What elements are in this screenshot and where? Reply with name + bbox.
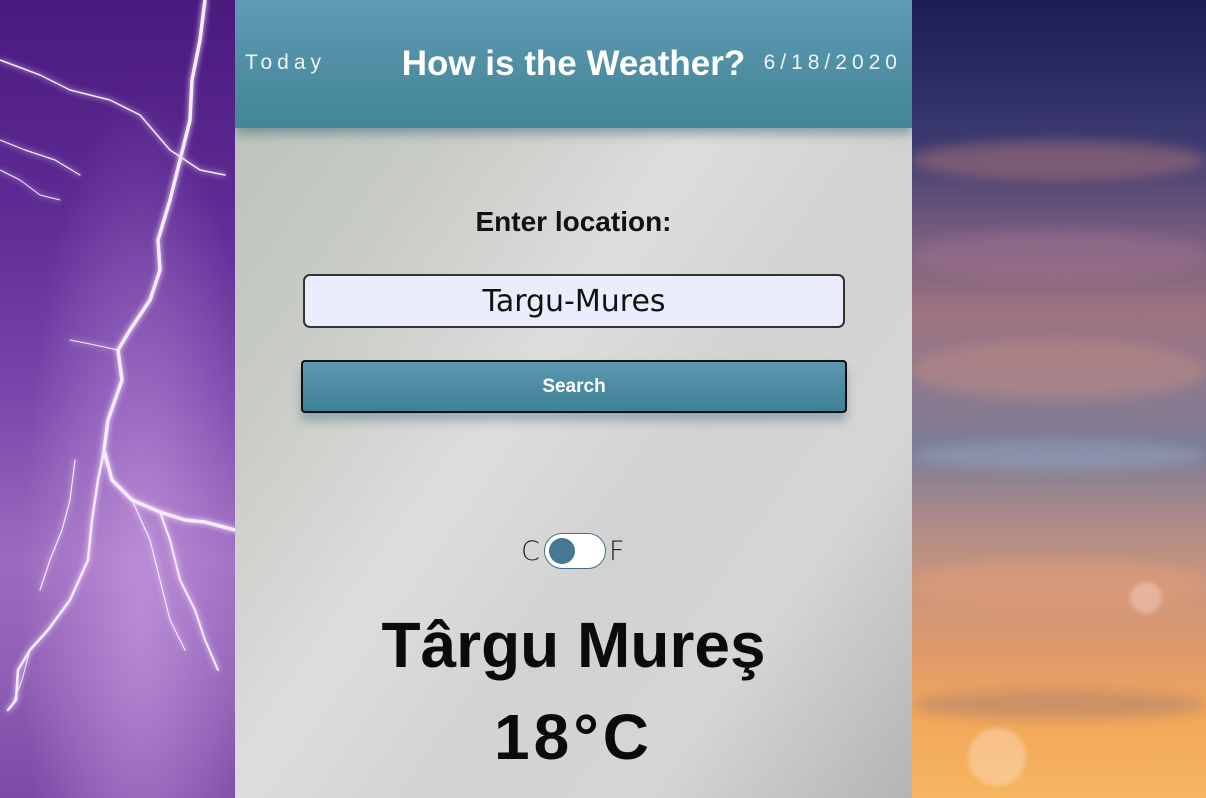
lens-flare — [968, 728, 1026, 786]
fahrenheit-label: F — [609, 536, 625, 567]
cloud-streak — [912, 340, 1206, 400]
degree-symbol: ° — [573, 701, 603, 773]
cloud-streak — [912, 140, 1206, 180]
app-header: Today How is the Weather? 6/18/2020 — [235, 0, 912, 128]
location-input[interactable] — [303, 274, 845, 328]
current-date: 6/18/2020 — [763, 51, 902, 74]
city-name: Târgu Mureş — [381, 609, 766, 681]
lens-flare — [1130, 582, 1162, 614]
unit-toggle-switch[interactable] — [544, 533, 606, 569]
lightning-background-image — [0, 0, 235, 798]
cloud-streak — [912, 230, 1206, 280]
temperature-unit: C — [602, 701, 653, 773]
cloud-streak — [912, 690, 1206, 720]
search-button[interactable]: Search — [301, 360, 847, 413]
sunset-sky-background-image — [912, 0, 1206, 798]
location-label: Enter location: — [475, 206, 672, 237]
toggle-knob — [549, 538, 575, 564]
temperature-value: 18 — [494, 701, 574, 773]
celsius-label: C — [521, 536, 540, 567]
lightning-bolt-graphic — [0, 0, 235, 712]
cloud-streak — [912, 440, 1206, 470]
temperature-display: 18°C — [235, 700, 912, 774]
weather-app-panel: Today How is the Weather? 6/18/2020 Ente… — [235, 0, 912, 798]
cloud-streak — [912, 560, 1206, 610]
